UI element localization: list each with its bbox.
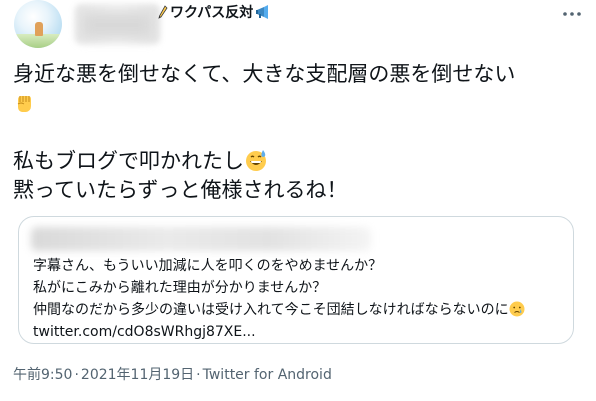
tweet-line-3: 黙っていたらずっと俺様されるね！ <box>13 178 348 202</box>
tweet-text: 身近な悪を倒せなくて、大きな支配層の悪を倒せない 私もブログで叩かれたし 黙って… <box>13 60 583 205</box>
quoted-author-blurred <box>31 227 371 251</box>
tweet-time-link[interactable]: 午前9:50 · 2021年11月19日 <box>13 367 194 383</box>
tweet-line-1-emoji <box>13 89 583 118</box>
quoted-tweet-text: 字幕さん、もういい加減に人を叩くのをやめませんか？ 私がにこみから離れた理由が分… <box>33 255 563 343</box>
quoted-tweet-card[interactable]: 字幕さん、もういい加減に人を叩くのをやめませんか？ 私がにこみから離れた理由が分… <box>18 216 574 344</box>
quote-line-1: 字幕さん、もういい加減に人を叩くのをやめませんか？ <box>33 258 383 274</box>
megaphone-icon <box>256 5 269 19</box>
tweet-line-1: 身近な悪を倒せなくて、大きな支配層の悪を倒せない <box>13 62 516 86</box>
avatar[interactable] <box>14 0 62 48</box>
more-options-button[interactable] <box>560 4 584 24</box>
avatar-figure <box>35 22 43 36</box>
quote-line-3: 仲間なのだから多少の違いは受け入れて今こそ団結しなければならないのに <box>33 299 563 321</box>
raised-fist-icon <box>17 96 31 112</box>
quote-line-2: 私がにこみから離れた理由が分かりませんか？ <box>33 280 327 296</box>
author-name-row[interactable]: ワクパス反対 <box>158 2 271 22</box>
tweet-line-2: 私もブログで叩かれたし <box>13 147 583 176</box>
meta-separator: · <box>196 367 201 383</box>
blurred-display-name-detail <box>82 12 152 38</box>
author-display-name: ワクパス反対 <box>170 5 254 21</box>
grinning-sweat-icon <box>246 150 266 171</box>
more-horizontal-icon <box>563 12 581 16</box>
quote-link[interactable]: twitter.com/cdO8sWRhgj87XE... <box>33 321 563 343</box>
tweet-source-link[interactable]: Twitter for Android <box>203 367 332 383</box>
pencil-icon <box>158 5 168 19</box>
tweet-metadata: 午前9:50 · 2021年11月19日 · Twitter for Android <box>13 364 332 384</box>
crying-face-icon <box>509 301 525 317</box>
avatar-ground <box>14 34 62 48</box>
